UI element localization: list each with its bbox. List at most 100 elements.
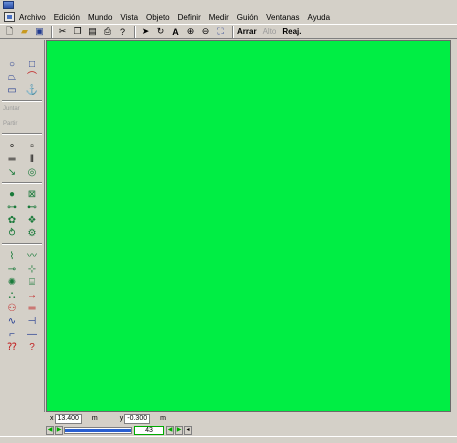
new-file-icon[interactable]: 🗋 [3,26,16,38]
polygon-tool-icon[interactable]: ⏢ [5,72,19,83]
window-frame-edge [451,40,457,412]
toolbar-divider [134,25,136,38]
palette-row: ● ⊠ [2,188,42,200]
wave-icon[interactable]: ∿ [5,316,19,327]
curve-tool-icon[interactable]: ⌒ [25,72,39,83]
zoom-out-icon[interactable]: ⊖ [199,26,212,38]
palette-row: ⥁ ⚙ [2,227,42,239]
palette-row: ▭ ⚓ [2,84,42,96]
paste-icon[interactable]: ▤ [86,26,99,38]
rotational-spring-icon[interactable]: ⊸ [5,264,19,275]
palette-row: ∿ ⊣ [2,315,42,327]
rotational-motor-icon[interactable]: ✺ [5,277,19,288]
palette-divider [2,133,42,135]
workspace-canvas[interactable] [46,40,451,412]
horizontal-slot-icon[interactable]: ⊶ [5,202,19,213]
menu-objeto[interactable]: Objeto [146,13,170,22]
save-icon[interactable]: ▣ [33,26,46,38]
rotate-icon[interactable]: ↻ [154,26,167,38]
menu-archivo[interactable]: Archivo [19,13,46,22]
palette-row: ⊶ ⊷ [2,201,42,213]
x-label: x [50,415,54,422]
print-icon[interactable]: ⎙ [101,26,114,38]
rewind-button[interactable]: ◀ [46,425,54,435]
time-slider[interactable] [64,426,132,434]
rigid-joint-icon[interactable]: ⊠ [25,189,39,200]
square-mass-icon[interactable]: ▫ [25,141,39,152]
rotational-damper-icon[interactable]: ⊹ [25,264,39,275]
menu-medir[interactable]: Medir [209,13,229,22]
menu-ventanas[interactable]: Ventanas [266,13,299,22]
button-control-icon[interactable]: ⊣ [25,316,39,327]
point-mass-icon[interactable]: ∘ [5,141,19,152]
help-object-icon[interactable]: ⁇ [5,342,19,353]
rectangle-tool-icon[interactable]: □ [25,59,39,70]
pointer-icon[interactable]: ➤ [139,26,152,38]
menu-edicion[interactable]: Edición [54,13,80,22]
torque-icon[interactable]: ⚇ [5,303,19,314]
force-icon[interactable]: → [25,290,39,301]
time-controls: ◀ ▶ 43 ◀ ▶ ◂ [46,425,451,435]
gear-icon[interactable]: ⚙ [25,228,39,239]
menu-ayuda[interactable]: Ayuda [308,13,331,22]
step-forward-button[interactable]: ▶ [175,425,183,435]
step-back-button[interactable]: ◀ [166,425,174,435]
fit-view-icon[interactable]: ⛶ [214,26,227,38]
palette-row: ↘ ◎ [2,166,42,178]
reset-button[interactable]: Reaj. [282,27,301,36]
separator-icon[interactable]: ═ [25,303,39,314]
title-bar [0,0,457,10]
time-slider-fill [65,428,131,432]
bottom-border [0,436,457,443]
ring-icon[interactable]: ◎ [25,167,39,178]
app-icon[interactable] [3,1,14,9]
linear-actuator-icon[interactable]: ⌸ [25,277,39,288]
arrange-button[interactable]: Arrar [237,27,257,36]
toolbar-divider [232,25,234,38]
meter-icon[interactable]: ⌐ [5,329,19,340]
menu-mundo[interactable]: Mundo [88,13,112,22]
help-icon[interactable]: ? [116,26,129,38]
rope-pulley-icon[interactable]: ⛬ [5,290,19,301]
palette-row: ⊸ ⊹ [2,263,42,275]
copy-icon[interactable]: ❐ [71,26,84,38]
palette-row: ○ □ [2,58,42,70]
y-coordinate: -0.300 [124,413,151,424]
keyed-slot-icon[interactable]: ⊷ [25,202,39,213]
menu-definir[interactable]: Definir [178,13,201,22]
pin-joint-icon[interactable]: ● [5,189,19,200]
rope-icon[interactable]: ‖ [25,154,39,165]
height-button[interactable]: Alto [263,27,277,36]
x-unit: m [91,415,98,422]
curved-slot-icon[interactable]: ⥁ [5,228,19,239]
zoom-in-icon[interactable]: ⊕ [184,26,197,38]
scroll-left-button[interactable]: ◂ [184,425,192,435]
slot-icon[interactable]: ↘ [5,167,19,178]
split-button[interactable]: Partir [3,121,17,127]
join-button[interactable]: Juntar [3,106,20,112]
actuator-icon[interactable]: ❖ [25,215,39,226]
circle-tool-icon[interactable]: ○ [5,59,19,70]
palette-divider [2,182,42,184]
question-icon[interactable]: ? [25,342,39,353]
text-tool-icon[interactable]: A [169,26,182,38]
spring-icon[interactable]: ⌇ [5,251,19,262]
menu-guion[interactable]: Guión [237,13,258,22]
menu-vista[interactable]: Vista [120,13,138,22]
palette-row: ═ ‖ [2,153,42,165]
cut-icon[interactable]: ✂ [56,26,69,38]
damper-icon[interactable]: 〰 [25,251,39,262]
palette-row: ⛬ → [2,289,42,301]
tool-palette: ○ □ ⏢ ⌒ ▭ ⚓ Juntar Partir ∘ ▫ ═ ‖ ↘ ◎ ● … [0,40,45,412]
block-tool-icon[interactable]: ▭ [5,85,19,96]
slider-control-icon[interactable]: — [25,329,39,340]
motor-icon[interactable]: ✿ [5,215,19,226]
document-menu-icon[interactable] [4,12,15,22]
toolbar-divider [51,25,53,38]
coordinate-bar: x 13.400 m y -0.300 m [46,413,451,424]
palette-row: ∘ ▫ [2,140,42,152]
anchor-tool-icon[interactable]: ⚓ [25,85,39,96]
rod-icon[interactable]: ═ [5,154,19,165]
open-folder-icon[interactable]: ▰ [18,26,31,38]
forward-button[interactable]: ▶ [55,425,63,435]
